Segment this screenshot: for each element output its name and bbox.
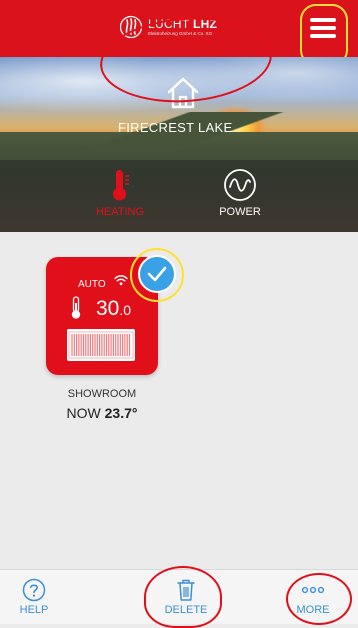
more-button[interactable]: MORE xyxy=(273,570,353,624)
tab-heating[interactable]: HEATING xyxy=(60,160,180,232)
temp-decimal: .0 xyxy=(119,302,132,318)
help-button[interactable]: HELP xyxy=(0,570,74,624)
temp-integer: 30 xyxy=(96,297,120,320)
tab-power-label: POWER xyxy=(219,206,261,218)
now-label: NOW xyxy=(66,405,101,421)
thermometer-icon xyxy=(113,170,129,201)
bottom-toolbar: HELP DELETE MORE xyxy=(0,569,358,624)
hamburger-menu-icon[interactable] xyxy=(306,14,340,44)
wifi-icon xyxy=(114,275,128,286)
thermometer-icon xyxy=(71,296,81,319)
hero-tab-bar: HEATING POWER xyxy=(0,160,358,232)
delete-label: DELETE xyxy=(164,604,208,616)
heater-icon xyxy=(67,329,135,361)
trash-icon xyxy=(177,579,195,601)
device-mode: AUTO xyxy=(78,279,106,290)
brand-logo: LUCHT LHZ Elektroheizung GmbH & Co. KG xyxy=(120,14,217,40)
help-icon xyxy=(22,578,46,602)
more-dots-icon xyxy=(301,586,325,594)
device-set-temperature: 30.0 xyxy=(96,297,131,321)
help-label: HELP xyxy=(19,604,49,616)
power-wave-icon xyxy=(224,169,256,201)
selected-check-icon[interactable] xyxy=(138,255,176,293)
device-room-name: SHOWROOM xyxy=(67,388,137,400)
brand-name-light: LUCHT xyxy=(148,16,190,31)
brand-name-bold: LHZ xyxy=(192,16,218,31)
app-header: LUCHT LHZ Elektroheizung GmbH & Co. KG xyxy=(0,0,358,57)
more-label: MORE xyxy=(296,604,330,616)
location-name[interactable]: FIRECREST LAKE xyxy=(118,120,233,135)
home-icon[interactable] xyxy=(165,75,201,111)
tab-heating-label: HEATING xyxy=(95,206,145,218)
tab-power[interactable]: POWER xyxy=(180,160,300,232)
now-value: 23.7° xyxy=(104,405,138,421)
brand-subtitle: Elektroheizung GmbH & Co. KG xyxy=(148,30,213,36)
device-current-temp: NOW 23.7° xyxy=(40,405,164,421)
delete-button[interactable]: DELETE xyxy=(146,570,226,624)
location-hero: FIRECREST LAKE HEATING POWER xyxy=(0,57,358,232)
flame-logo-icon xyxy=(120,15,142,39)
